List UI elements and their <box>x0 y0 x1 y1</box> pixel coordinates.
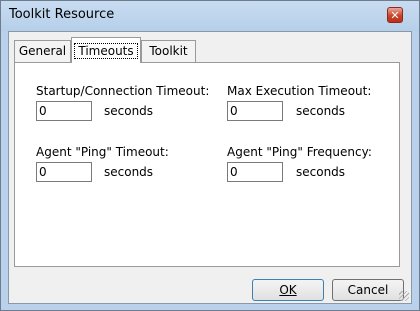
resize-grip[interactable] <box>399 291 409 301</box>
timeouts-panel: Startup/Connection Timeout: seconds Max … <box>14 62 400 267</box>
startup-timeout-input[interactable] <box>36 101 92 121</box>
tab-timeouts[interactable]: Timeouts <box>71 37 141 63</box>
dialog-client-area: General Timeouts Toolkit Startup/Connect… <box>8 31 412 304</box>
dialog-window: Toolkit Resource ✕ General Timeouts Tool… <box>0 0 420 311</box>
cancel-button-label: Cancel <box>347 283 389 297</box>
ping-frequency-input[interactable] <box>227 162 283 182</box>
ping-timeout-unit: seconds <box>104 165 154 179</box>
window-title: Toolkit Resource <box>9 7 115 22</box>
ok-button-label: OK <box>279 283 297 297</box>
ping-timeout-label: Agent "Ping" Timeout: <box>36 145 169 159</box>
ping-frequency-unit: seconds <box>296 165 346 179</box>
close-icon: ✕ <box>390 9 400 22</box>
cancel-button[interactable]: Cancel <box>332 279 404 301</box>
startup-timeout-label: Startup/Connection Timeout: <box>36 84 210 98</box>
tab-toolkit[interactable]: Toolkit <box>141 40 196 62</box>
tab-timeouts-label: Timeouts <box>74 43 138 59</box>
startup-timeout-unit: seconds <box>104 104 154 118</box>
ping-timeout-input[interactable] <box>36 162 92 182</box>
tab-general-label: General <box>18 44 67 58</box>
ping-frequency-label: Agent "Ping" Frequency: <box>227 145 372 159</box>
ok-button[interactable]: OK <box>252 279 324 301</box>
max-exec-timeout-unit: seconds <box>296 104 346 118</box>
tab-general[interactable]: General <box>14 40 71 62</box>
title-bar[interactable]: Toolkit Resource ✕ <box>1 1 419 31</box>
tab-toolkit-label: Toolkit <box>149 44 188 58</box>
close-button[interactable]: ✕ <box>387 7 403 23</box>
max-exec-timeout-input[interactable] <box>227 101 283 121</box>
max-exec-timeout-label: Max Execution Timeout: <box>227 84 372 98</box>
